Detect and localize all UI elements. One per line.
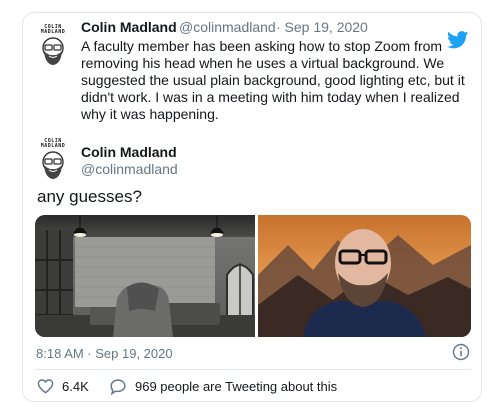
conversation-link[interactable]: 969 people are Tweeting about this	[109, 378, 337, 395]
person-photo-with-head[interactable]	[258, 215, 471, 337]
conversation-text: 969 people are Tweeting about this	[135, 379, 338, 394]
speech-bubble-icon	[110, 379, 126, 395]
heart-icon	[37, 379, 54, 394]
reply-avatar-face-icon	[42, 151, 64, 179]
reply-author-name[interactable]: Colin Madland	[81, 144, 177, 160]
divider	[35, 369, 471, 370]
tweet-timestamp[interactable]: 8:18 AM · Sep 19, 2020	[36, 346, 173, 361]
reply-avatar[interactable]: COLIN MADLAND	[35, 139, 71, 181]
like-button[interactable]: 6.4K	[37, 378, 89, 394]
reply-author-handle[interactable]: @colinmadland	[81, 161, 178, 177]
like-count: 6.4K	[62, 378, 89, 394]
author-name[interactable]: Colin Madland	[81, 19, 177, 35]
office-photo-headless[interactable]	[35, 215, 255, 337]
tweet-date[interactable]: · Sep 19, 2020	[276, 19, 368, 35]
tweet-media[interactable]	[35, 215, 471, 337]
author-handle[interactable]: @colinmadland	[179, 19, 276, 35]
avatar-face-icon	[42, 37, 64, 65]
tweet-card: COLIN MADLAND Colin Madland @colinmadlan…	[22, 12, 482, 402]
info-icon[interactable]	[452, 343, 470, 361]
tweet-text: A faculty member has been asking how to …	[81, 38, 465, 122]
avatar[interactable]: COLIN MADLAND	[35, 25, 71, 67]
reply-text: any guesses?	[37, 187, 142, 206]
